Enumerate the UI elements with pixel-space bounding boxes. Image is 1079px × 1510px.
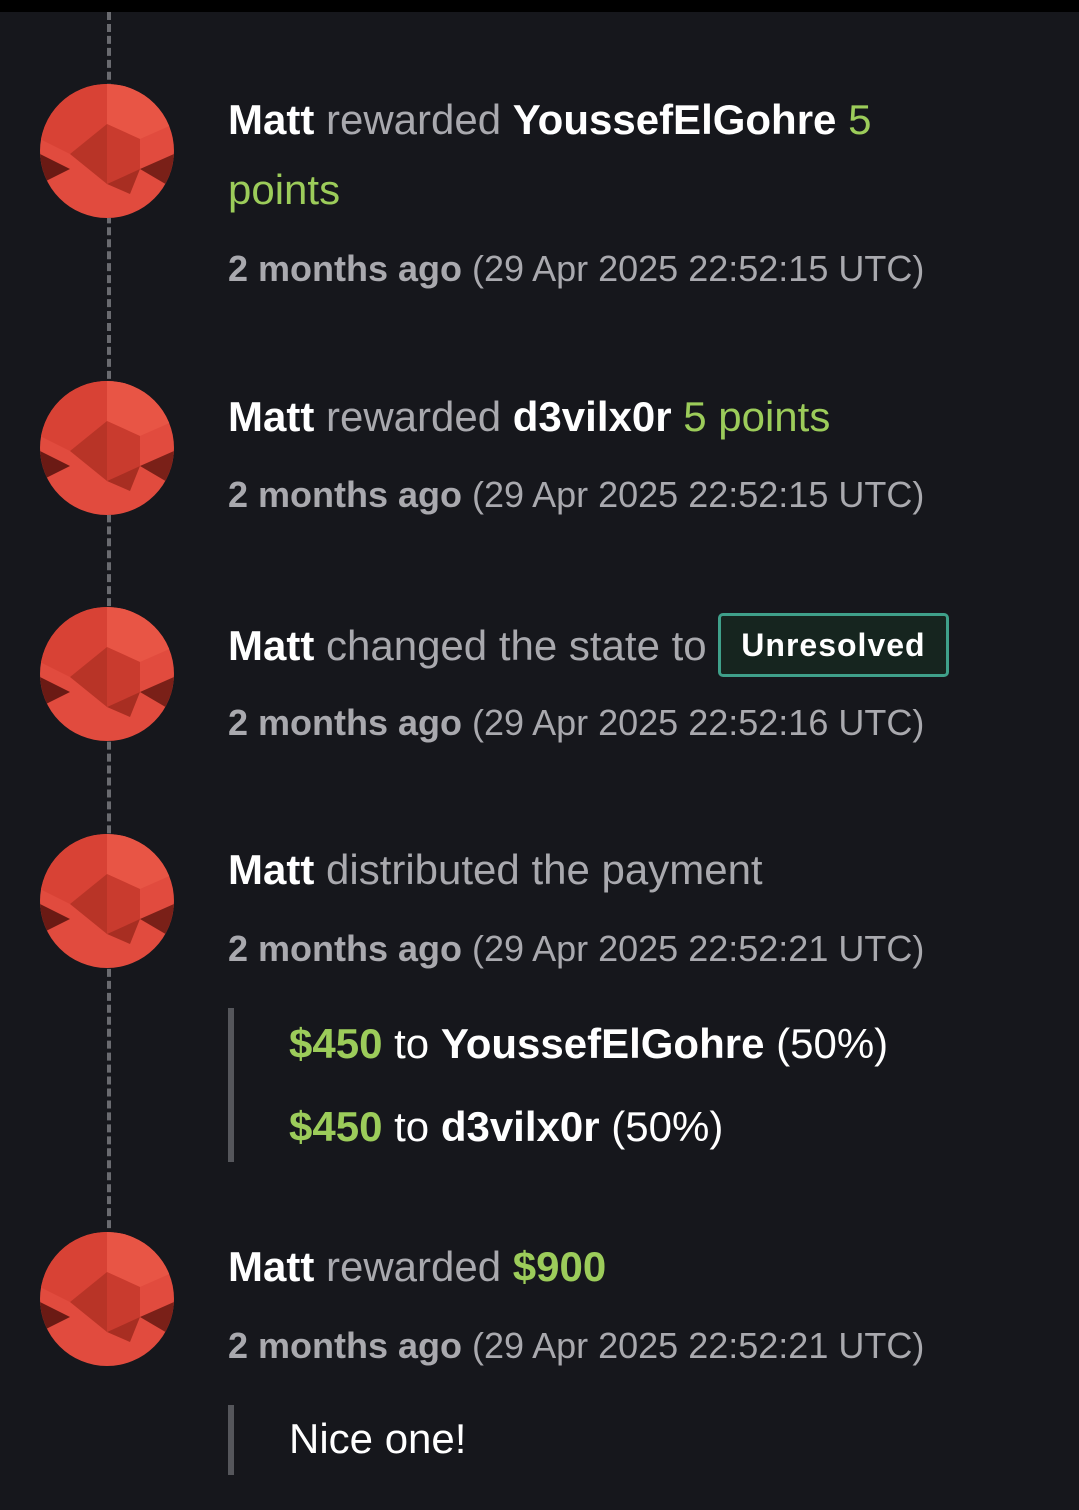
- event-timestamp[interactable]: 2 months ago (29 Apr 2025 22:52:15 UTC): [228, 246, 924, 292]
- time-relative: 2 months ago: [228, 248, 463, 289]
- time-absolute: (29 Apr 2025 22:52:16 UTC): [472, 702, 925, 743]
- reward-amount: 5: [848, 96, 872, 143]
- time-absolute: (29 Apr 2025 22:52:21 UTC): [472, 928, 925, 969]
- payment-row: $450 to YoussefElGohre (50%): [289, 1018, 888, 1070]
- time-absolute: (29 Apr 2025 22:52:15 UTC): [472, 474, 925, 515]
- actor-link[interactable]: Matt: [228, 622, 314, 669]
- event-timestamp[interactable]: 2 months ago (29 Apr 2025 22:52:21 UTC): [228, 926, 924, 972]
- payment-share: (50%): [611, 1103, 724, 1150]
- time-absolute: (29 Apr 2025 22:52:21 UTC): [472, 1325, 925, 1366]
- payment-recipient-link[interactable]: YoussefElGohre: [441, 1020, 765, 1067]
- event-action: distributed the payment: [326, 846, 763, 893]
- event-action: changed the state to: [326, 622, 707, 670]
- actor-link[interactable]: Matt: [228, 96, 314, 143]
- time-relative: 2 months ago: [228, 702, 463, 743]
- event-summary: Matt rewarded d3vilx0r 5 points: [228, 391, 830, 443]
- time-relative: 2 months ago: [228, 928, 463, 969]
- status-bar: [0, 0, 1079, 12]
- avatar-icon[interactable]: [40, 607, 174, 741]
- avatar-icon[interactable]: [40, 381, 174, 515]
- payment-breakdown: $450 to YoussefElGohre (50%) $450 to d3v…: [228, 1008, 934, 1162]
- comment-text: Nice one!: [289, 1415, 467, 1462]
- actor-link[interactable]: Matt: [228, 1243, 314, 1290]
- state-badge: Unresolved: [718, 613, 949, 677]
- event-action: rewarded: [326, 393, 502, 440]
- recipient-link[interactable]: YoussefElGohre: [513, 96, 837, 143]
- avatar-icon[interactable]: [40, 1232, 174, 1366]
- payment-share: (50%): [776, 1020, 889, 1067]
- time-relative: 2 months ago: [228, 1325, 463, 1366]
- event-summary: Matt rewarded YoussefElGohre 5: [228, 94, 871, 146]
- payment-to: to: [394, 1103, 430, 1150]
- reward-amount: 5 points: [683, 393, 831, 440]
- event-summary: Matt distributed the payment: [228, 844, 763, 896]
- payment-row: $450 to d3vilx0r (50%): [289, 1101, 723, 1153]
- event-timestamp[interactable]: 2 months ago (29 Apr 2025 22:52:15 UTC): [228, 472, 924, 518]
- event-comment: Nice one!: [228, 1405, 834, 1475]
- event-timestamp[interactable]: 2 months ago (29 Apr 2025 22:52:16 UTC): [228, 700, 924, 746]
- event-action: rewarded: [326, 96, 502, 143]
- avatar-icon[interactable]: [40, 84, 174, 218]
- event-timestamp[interactable]: 2 months ago (29 Apr 2025 22:52:21 UTC): [228, 1323, 924, 1369]
- time-relative: 2 months ago: [228, 474, 463, 515]
- payment-amount: $450: [289, 1020, 383, 1067]
- payment-amount: $450: [289, 1103, 383, 1150]
- payment-recipient-link[interactable]: d3vilx0r: [441, 1103, 600, 1150]
- recipient-link[interactable]: d3vilx0r: [513, 393, 672, 440]
- event-summary: Matt changed the state to Unresolved: [228, 613, 949, 681]
- reward-amount-wrap: points: [228, 166, 341, 213]
- event-summary: Matt rewarded $900: [228, 1241, 606, 1293]
- avatar-icon[interactable]: [40, 834, 174, 968]
- event-action: rewarded: [326, 1243, 502, 1290]
- payment-to: to: [394, 1020, 430, 1067]
- time-absolute: (29 Apr 2025 22:52:15 UTC): [472, 248, 925, 289]
- actor-link[interactable]: Matt: [228, 846, 314, 893]
- reward-amount: $900: [512, 1243, 607, 1290]
- actor-link[interactable]: Matt: [228, 393, 314, 440]
